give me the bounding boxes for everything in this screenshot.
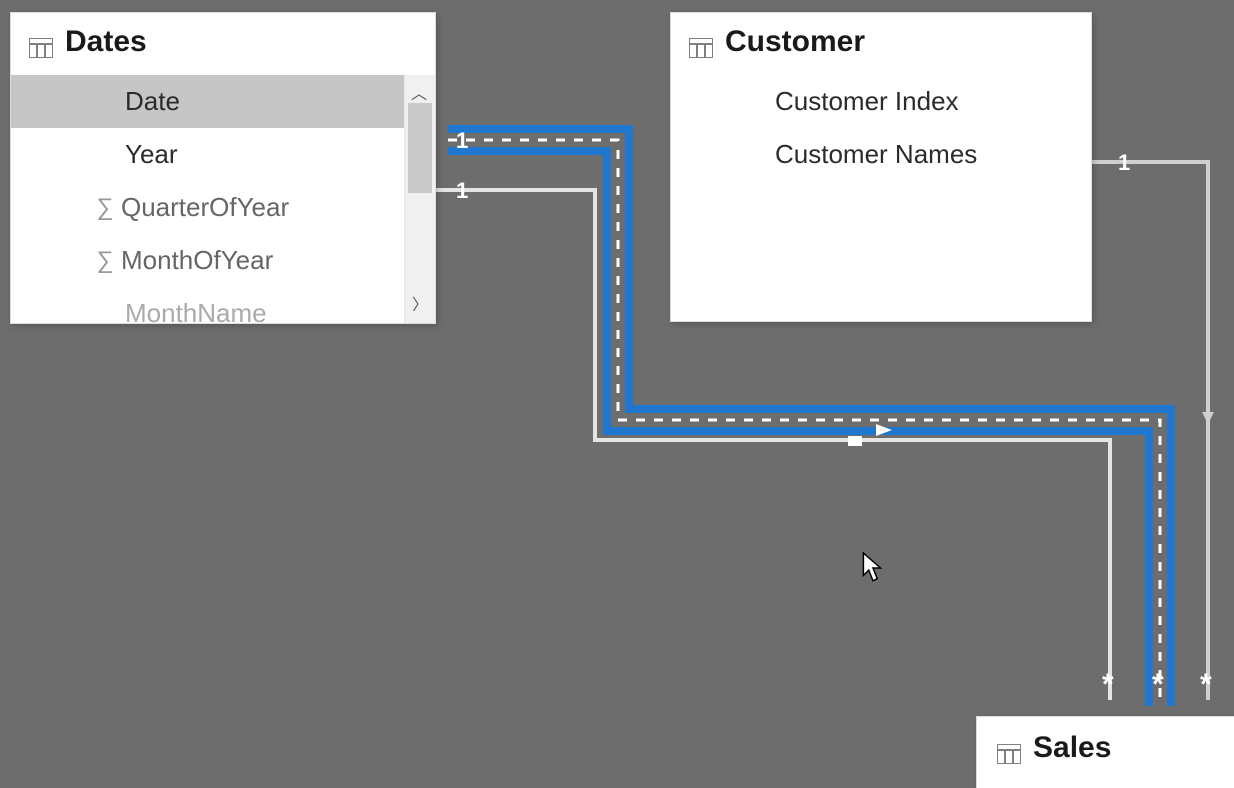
table-scrollbar[interactable]: 〈 〈 [404, 75, 435, 323]
table-header[interactable]: Sales [977, 717, 1234, 779]
cardinality-one: 1 [1118, 150, 1130, 175]
sigma-icon: ∑ [89, 194, 121, 222]
field-list[interactable]: Customer Index Customer Names [671, 75, 1091, 321]
table-title: Dates [65, 25, 147, 59]
field-list[interactable]: Date Year ∑ QuarterOfYear ∑ MonthOfYear … [11, 75, 404, 323]
table-header[interactable]: Dates [11, 13, 435, 75]
table-dates[interactable]: Dates Date Year ∑ QuarterOfYear ∑ MonthO… [10, 12, 436, 324]
table-sales[interactable]: Sales [976, 716, 1234, 788]
cardinality-many: * [1102, 668, 1114, 701]
scroll-down-icon[interactable]: 〈 [412, 287, 428, 323]
table-title: Customer [725, 25, 865, 59]
field-customer-index[interactable]: Customer Index [671, 75, 1091, 128]
table-icon [29, 32, 53, 52]
table-customer[interactable]: Customer Customer Index Customer Names [670, 12, 1092, 322]
mouse-cursor-icon [862, 552, 884, 582]
field-monthname[interactable]: MonthName [11, 287, 404, 323]
cardinality-one: 1 [456, 128, 468, 153]
model-canvas[interactable]: 1 * 1 * 1 * [0, 0, 1234, 788]
cardinality-many: * [1200, 668, 1212, 701]
field-monthofyear[interactable]: ∑ MonthOfYear [11, 234, 404, 287]
table-icon [689, 32, 713, 52]
field-quarterofyear[interactable]: ∑ QuarterOfYear [11, 181, 404, 234]
cardinality-many: * [1152, 668, 1164, 701]
table-icon [997, 738, 1021, 758]
scroll-thumb[interactable] [408, 103, 432, 193]
sigma-icon: ∑ [89, 247, 121, 275]
field-year[interactable]: Year [11, 128, 404, 181]
field-customer-names[interactable]: Customer Names [671, 128, 1091, 181]
cardinality-one: 1 [456, 178, 468, 203]
field-date[interactable]: Date [11, 75, 404, 128]
table-header[interactable]: Customer [671, 13, 1091, 75]
table-title: Sales [1033, 731, 1111, 765]
scroll-up-icon[interactable]: 〈 [402, 85, 435, 101]
